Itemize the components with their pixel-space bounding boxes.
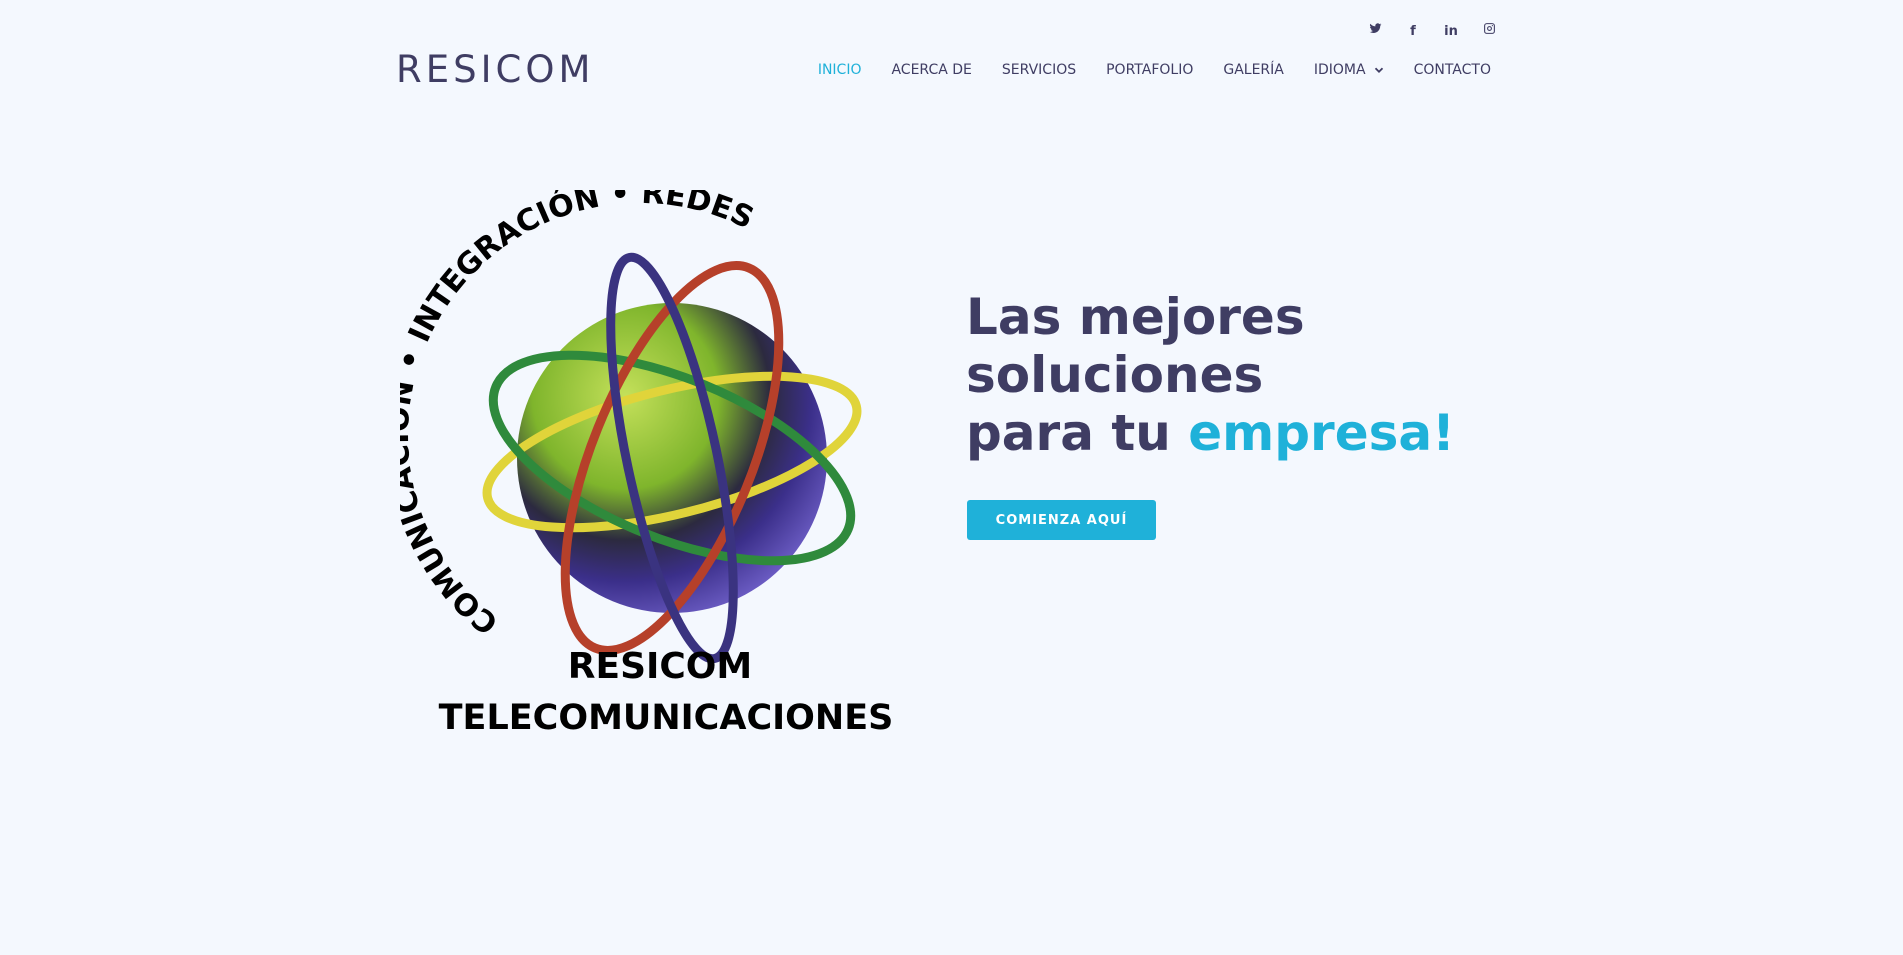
nav-item-idioma-label: IDIOMA: [1313, 62, 1366, 78]
chevron-down-icon: [1374, 65, 1384, 75]
page: f in RESICOM INICIO ACERCA DE SERVICIOS …: [0, 0, 1903, 955]
nav-item-contacto[interactable]: CONTACTO: [1414, 62, 1491, 78]
instagram-icon: [1483, 22, 1496, 40]
graphic-brand-name: RESICOM: [567, 646, 753, 687]
nav-item-portafolio[interactable]: PORTAFOLIO: [1106, 62, 1193, 78]
main-nav: INICIO ACERCA DE SERVICIOS PORTAFOLIO GA…: [818, 62, 1491, 78]
facebook-link[interactable]: f: [1394, 20, 1432, 42]
nav-item-idioma[interactable]: IDIOMA: [1314, 62, 1384, 78]
hero-headline: Las mejores soluciones para tu empresa!: [966, 288, 1455, 462]
nav-item-galeria[interactable]: GALERÍA: [1223, 62, 1284, 78]
headline-line-3-accent: empresa!: [1188, 404, 1455, 462]
headline-line-3-prefix: para tu: [966, 404, 1189, 462]
instagram-link[interactable]: [1470, 20, 1508, 42]
linkedin-link[interactable]: in: [1432, 20, 1470, 42]
nav-item-acerca-de[interactable]: ACERCA DE: [891, 62, 971, 78]
graphic-brand-tagline: TELECOMUNICACIONES: [438, 698, 894, 738]
twitter-link[interactable]: [1356, 20, 1394, 42]
site-logo[interactable]: RESICOM: [396, 48, 594, 91]
twitter-icon: [1369, 22, 1382, 40]
social-links: f in: [1356, 20, 1508, 42]
nav-item-servicios[interactable]: SERVICIOS: [1002, 62, 1076, 78]
headline-line-1: Las mejores: [966, 288, 1305, 346]
headline-line-2: soluciones: [966, 346, 1264, 404]
start-here-button[interactable]: COMIENZA AQUÍ: [967, 500, 1156, 540]
facebook-icon: f: [1410, 23, 1416, 39]
nav-item-inicio[interactable]: INICIO: [818, 62, 862, 78]
linkedin-icon: in: [1444, 23, 1458, 39]
